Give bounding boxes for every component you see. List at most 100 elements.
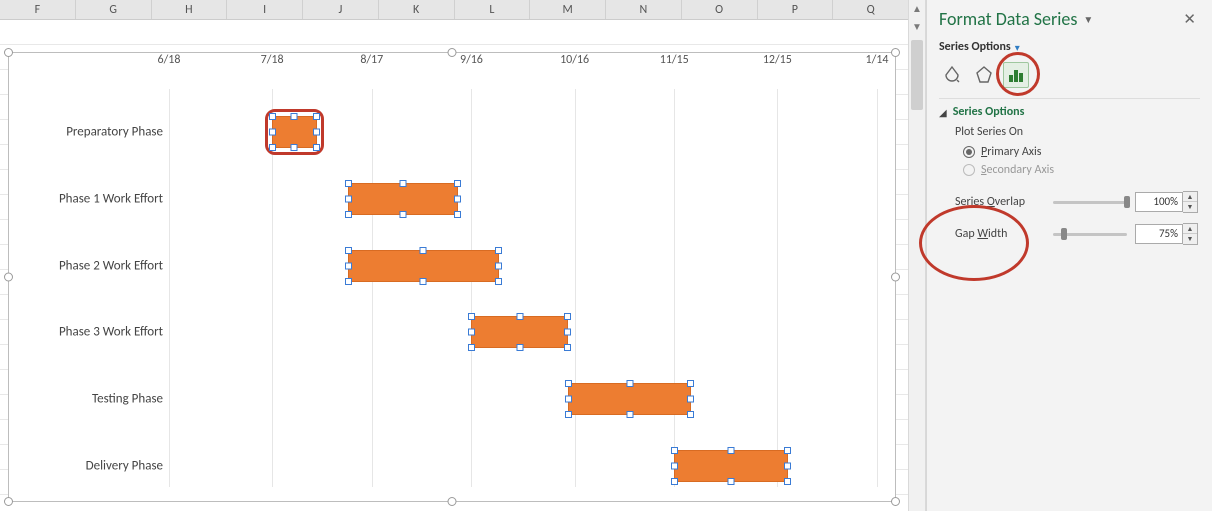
series-selection-handle[interactable]: [345, 278, 352, 285]
gap-width-spinner[interactable]: 75% ▲▼: [1135, 223, 1198, 245]
gantt-bar[interactable]: [471, 316, 567, 348]
series-overlap-spinner[interactable]: 100% ▲▼: [1135, 191, 1198, 213]
series-options-dropdown[interactable]: Series Options ▾: [939, 40, 1200, 54]
series-selection-handle[interactable]: [727, 447, 734, 454]
gantt-bar[interactable]: [674, 450, 787, 482]
column-header[interactable]: J: [303, 0, 379, 19]
series-selection-handle[interactable]: [671, 462, 678, 469]
column-header[interactable]: I: [227, 0, 303, 19]
series-selection-handle[interactable]: [399, 211, 406, 218]
series-selection-handle[interactable]: [626, 380, 633, 387]
series-selection-handle[interactable]: [345, 262, 352, 269]
series-selection-handle[interactable]: [687, 380, 694, 387]
gantt-bar[interactable]: [348, 250, 499, 282]
series-selection-handle[interactable]: [420, 278, 427, 285]
column-header[interactable]: G: [76, 0, 152, 19]
column-header[interactable]: H: [152, 0, 228, 19]
chart-gridline: [575, 89, 576, 487]
chevron-down-icon: ▾: [1015, 41, 1020, 54]
series-selection-handle[interactable]: [454, 211, 461, 218]
series-selection-handle[interactable]: [687, 411, 694, 418]
spinner-down-icon[interactable]: ▼: [1183, 202, 1197, 212]
series-selection-handle[interactable]: [345, 180, 352, 187]
series-selection-handle[interactable]: [565, 380, 572, 387]
series-selection-handle[interactable]: [565, 396, 572, 403]
series-selection-handle[interactable]: [516, 313, 523, 320]
column-header[interactable]: N: [606, 0, 682, 19]
series-options-icon[interactable]: [1003, 62, 1029, 88]
series-selection-handle[interactable]: [345, 211, 352, 218]
column-header[interactable]: Q: [833, 0, 908, 19]
series-selection-handle[interactable]: [495, 278, 502, 285]
gantt-bar[interactable]: [568, 383, 692, 415]
app-root: F G H I J K L M N O P Q 6/187/188/179/16…: [0, 0, 1212, 511]
column-header[interactable]: F: [0, 0, 76, 19]
series-selection-handle[interactable]: [454, 196, 461, 203]
primary-axis-radio[interactable]: Primary Axis: [963, 145, 1198, 159]
series-selection-handle[interactable]: [784, 478, 791, 485]
series-selection-handle[interactable]: [345, 247, 352, 254]
series-overlap-value[interactable]: 100%: [1135, 192, 1183, 212]
spinner-up-icon[interactable]: ▲: [1183, 224, 1197, 234]
spinner-down-icon[interactable]: ▼: [1183, 234, 1197, 244]
series-selection-handle[interactable]: [727, 478, 734, 485]
scroll-down-arrow-icon[interactable]: ▼: [909, 18, 925, 36]
series-selection-handle[interactable]: [468, 344, 475, 351]
series-selection-handle[interactable]: [671, 447, 678, 454]
series-selection-handle[interactable]: [313, 129, 320, 136]
series-selection-handle[interactable]: [313, 144, 320, 151]
spinner-up-icon[interactable]: ▲: [1183, 192, 1197, 202]
gantt-bar[interactable]: [348, 183, 458, 215]
series-selection-handle[interactable]: [269, 113, 276, 120]
series-selection-handle[interactable]: [291, 144, 298, 151]
gantt-bar[interactable]: [272, 116, 317, 148]
scrollbar-thumb[interactable]: [911, 40, 923, 110]
series-selection-handle[interactable]: [564, 329, 571, 336]
series-selection-handle[interactable]: [565, 411, 572, 418]
series-selection-handle[interactable]: [454, 180, 461, 187]
pane-title: Format Data Series: [939, 8, 1077, 30]
series-options-section-toggle[interactable]: ◢ Series Options: [939, 105, 1200, 119]
series-selection-handle[interactable]: [291, 113, 298, 120]
slider-thumb[interactable]: [1061, 228, 1067, 240]
column-header[interactable]: K: [379, 0, 455, 19]
column-header[interactable]: L: [455, 0, 531, 19]
series-selection-handle[interactable]: [626, 411, 633, 418]
worksheet-area[interactable]: F G H I J K L M N O P Q 6/187/188/179/16…: [0, 0, 908, 511]
series-selection-handle[interactable]: [420, 247, 427, 254]
column-header[interactable]: M: [530, 0, 606, 19]
gap-width-value[interactable]: 75%: [1135, 224, 1183, 244]
collapse-triangle-icon: ◢: [939, 106, 947, 119]
scroll-up-arrow-icon[interactable]: ▲: [909, 0, 925, 18]
effects-icon[interactable]: [971, 62, 997, 88]
series-selection-handle[interactable]: [468, 313, 475, 320]
close-icon[interactable]: ✕: [1179, 10, 1200, 29]
series-selection-handle[interactable]: [564, 344, 571, 351]
series-selection-handle[interactable]: [671, 478, 678, 485]
series-selection-handle[interactable]: [784, 462, 791, 469]
series-selection-handle[interactable]: [495, 262, 502, 269]
gantt-chart-object[interactable]: 6/187/188/179/1610/1611/1512/151/14Prepa…: [8, 52, 896, 502]
secondary-axis-radio[interactable]: Secondary Axis: [963, 163, 1198, 177]
series-selection-handle[interactable]: [269, 129, 276, 136]
column-header[interactable]: P: [758, 0, 834, 19]
series-selection-handle[interactable]: [313, 113, 320, 120]
series-overlap-slider[interactable]: [1053, 201, 1127, 204]
series-selection-handle[interactable]: [468, 329, 475, 336]
series-selection-handle[interactable]: [687, 396, 694, 403]
series-selection-handle[interactable]: [516, 344, 523, 351]
series-selection-handle[interactable]: [399, 180, 406, 187]
pane-title-dropdown-icon[interactable]: ▼: [1083, 13, 1093, 26]
column-header[interactable]: O: [682, 0, 758, 19]
series-selection-handle[interactable]: [495, 247, 502, 254]
series-selection-handle[interactable]: [345, 196, 352, 203]
chart-plot-area[interactable]: 6/187/188/179/1610/1611/1512/151/14Prepa…: [9, 53, 895, 501]
series-selection-handle[interactable]: [784, 447, 791, 454]
pane-category-icons: [939, 62, 1200, 88]
fill-line-icon[interactable]: [939, 62, 965, 88]
series-selection-handle[interactable]: [269, 144, 276, 151]
gap-width-slider[interactable]: [1053, 233, 1127, 236]
series-selection-handle[interactable]: [564, 313, 571, 320]
slider-thumb[interactable]: [1124, 196, 1130, 208]
vertical-scrollbar[interactable]: ▲ ▼: [908, 0, 926, 511]
